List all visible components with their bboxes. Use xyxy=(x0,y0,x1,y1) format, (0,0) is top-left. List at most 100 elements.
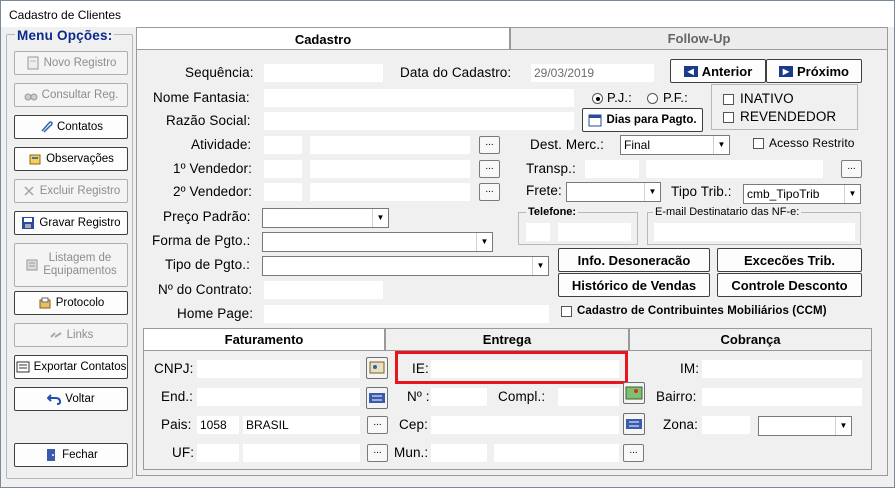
cep-search-button[interactable] xyxy=(623,413,645,435)
homepage-field[interactable] xyxy=(264,305,549,323)
previous-button[interactable]: ◀ Anterior xyxy=(670,59,766,83)
pf-radio[interactable] xyxy=(647,93,658,104)
subtab-faturamento[interactable]: Faturamento xyxy=(143,328,385,350)
email-nfe-field[interactable] xyxy=(654,223,855,241)
title-bar: Cadastro de Clientes xyxy=(1,1,894,27)
cep-field[interactable] xyxy=(431,416,619,434)
card-search-icon xyxy=(369,361,385,374)
save-record-label: Gravar Registro xyxy=(39,217,121,229)
mun-code-field[interactable] xyxy=(431,444,487,462)
list-icon xyxy=(25,258,39,272)
mun-lookup-button[interactable]: ... xyxy=(623,444,644,462)
contacts-button[interactable]: Contatos xyxy=(14,115,128,139)
new-record-button[interactable]: Novo Registro xyxy=(14,51,128,75)
transp-code-field[interactable] xyxy=(585,160,639,178)
pj-radio[interactable] xyxy=(592,93,603,104)
tipo-pgto-select[interactable]: ▼ xyxy=(262,256,549,276)
pais-name-field[interactable]: BRASIL xyxy=(243,416,360,434)
uf-field[interactable] xyxy=(197,444,239,462)
atividade-desc-field[interactable] xyxy=(310,136,470,154)
links-button[interactable]: Links xyxy=(14,323,128,347)
inativo-label: INATIVO xyxy=(740,91,794,106)
cnpj-field[interactable] xyxy=(197,360,360,378)
transp-name-field[interactable] xyxy=(646,160,823,178)
mun-name-field[interactable] xyxy=(494,444,619,462)
revendedor-checkbox[interactable] xyxy=(723,112,734,123)
subtab-entrega[interactable]: Entrega xyxy=(385,328,629,350)
nome-fantasia-field[interactable] xyxy=(264,89,574,107)
razao-social-field[interactable] xyxy=(264,112,574,130)
protocol-button[interactable]: Protocolo xyxy=(14,291,128,315)
atividade-code-field[interactable] xyxy=(264,136,302,154)
controle-desconto-button[interactable]: Controle Desconto xyxy=(717,273,862,297)
compl-field[interactable] xyxy=(558,388,619,406)
uf-name-field[interactable] xyxy=(243,444,360,462)
next-button[interactable]: ▶ Próximo xyxy=(766,59,862,83)
end-copy-button[interactable] xyxy=(366,387,388,409)
cnpj-search-button[interactable] xyxy=(366,357,388,379)
transp-lookup-button[interactable]: ... xyxy=(841,160,862,178)
map-search-button[interactable] xyxy=(623,382,645,404)
tipo-trib-select[interactable]: cmb_TipoTrib ▼ xyxy=(743,184,861,204)
equipment-list-button[interactable]: Listagem de Equipamentos xyxy=(14,243,128,287)
atividade-lookup-button[interactable]: ... xyxy=(479,136,500,154)
tab-cadastro[interactable]: Cadastro xyxy=(136,27,510,50)
pais-lookup-button[interactable]: ... xyxy=(367,416,388,434)
observations-button[interactable]: Observações xyxy=(14,147,128,171)
zona-select[interactable]: ▼ xyxy=(758,416,852,436)
notes-icon xyxy=(28,152,42,166)
search-record-button[interactable]: Consultar Reg. xyxy=(14,83,128,107)
tipo-pgto-label: Tipo de Pgto.: xyxy=(165,257,250,272)
subtab-cobranca[interactable]: Cobrança xyxy=(629,328,872,350)
export-contacts-button[interactable]: Exportar Contatos xyxy=(14,355,128,379)
excecoes-trib-button[interactable]: Excecões Trib. xyxy=(717,248,862,272)
subtab-entrega-label: Entrega xyxy=(482,332,532,347)
new-document-icon xyxy=(26,56,40,70)
ccm-checkbox[interactable] xyxy=(561,306,572,317)
mun-label: Mun.: xyxy=(394,445,429,460)
save-record-button[interactable]: Gravar Registro xyxy=(14,211,128,235)
undo-arrow-icon xyxy=(46,392,62,406)
dias-pagto-button[interactable]: Dias para Pagto. xyxy=(582,108,703,132)
uf-lookup-button[interactable]: ... xyxy=(367,444,388,462)
close-button[interactable]: Fechar xyxy=(14,443,128,467)
contrato-field[interactable] xyxy=(264,281,383,299)
sequencia-field[interactable] xyxy=(264,64,383,82)
historico-vendas-button[interactable]: Histórico de Vendas xyxy=(558,273,710,297)
vendedor1-name-field[interactable] xyxy=(310,160,470,178)
dest-merc-select[interactable]: Final ▼ xyxy=(620,135,730,155)
inativo-checkbox[interactable] xyxy=(723,94,734,105)
contacts-label: Contatos xyxy=(56,121,104,133)
zona-code-field[interactable] xyxy=(702,416,750,434)
numero-field[interactable] xyxy=(431,388,487,406)
frete-select[interactable]: ▼ xyxy=(566,182,661,202)
telefone-ddd-field[interactable] xyxy=(526,223,550,241)
im-field[interactable] xyxy=(702,360,862,378)
vendedor1-lookup-button[interactable]: ... xyxy=(479,160,500,178)
observations-label: Observações xyxy=(46,153,114,165)
acesso-restrito-checkbox[interactable] xyxy=(753,138,764,149)
homepage-label: Home Page: xyxy=(177,306,254,321)
data-cadastro-label: Data do Cadastro: xyxy=(400,65,512,80)
contrato-label: Nº do Contrato: xyxy=(158,282,253,297)
export-contacts-label: Exportar Contatos xyxy=(33,361,127,373)
bairro-field[interactable] xyxy=(702,388,862,406)
forma-pgto-select[interactable]: ▼ xyxy=(262,232,493,252)
razao-social-label: Razão Social: xyxy=(166,113,251,128)
controle-desconto-label: Controle Desconto xyxy=(731,277,848,293)
vendedor2-code-field[interactable] xyxy=(264,183,302,201)
tab-follow-up[interactable]: Follow-Up xyxy=(510,27,888,49)
data-cadastro-field[interactable]: 29/03/2019 xyxy=(531,64,654,82)
end-field[interactable] xyxy=(197,388,360,406)
numero-label: Nº : xyxy=(407,389,430,404)
pais-code-field[interactable]: 1058 xyxy=(197,416,239,434)
telefone-number-field[interactable] xyxy=(558,223,631,241)
vendedor2-lookup-button[interactable]: ... xyxy=(479,183,500,201)
vendedor1-code-field[interactable] xyxy=(264,160,302,178)
delete-record-button[interactable]: Excluir Registro xyxy=(14,179,128,203)
preco-padrao-select[interactable]: ▼ xyxy=(262,208,389,228)
info-desoneracao-button[interactable]: Info. Desoneracão xyxy=(558,248,710,272)
back-button[interactable]: Voltar xyxy=(14,387,128,411)
vendedor2-name-field[interactable] xyxy=(310,183,470,201)
chevron-down-icon: ▼ xyxy=(476,233,492,251)
